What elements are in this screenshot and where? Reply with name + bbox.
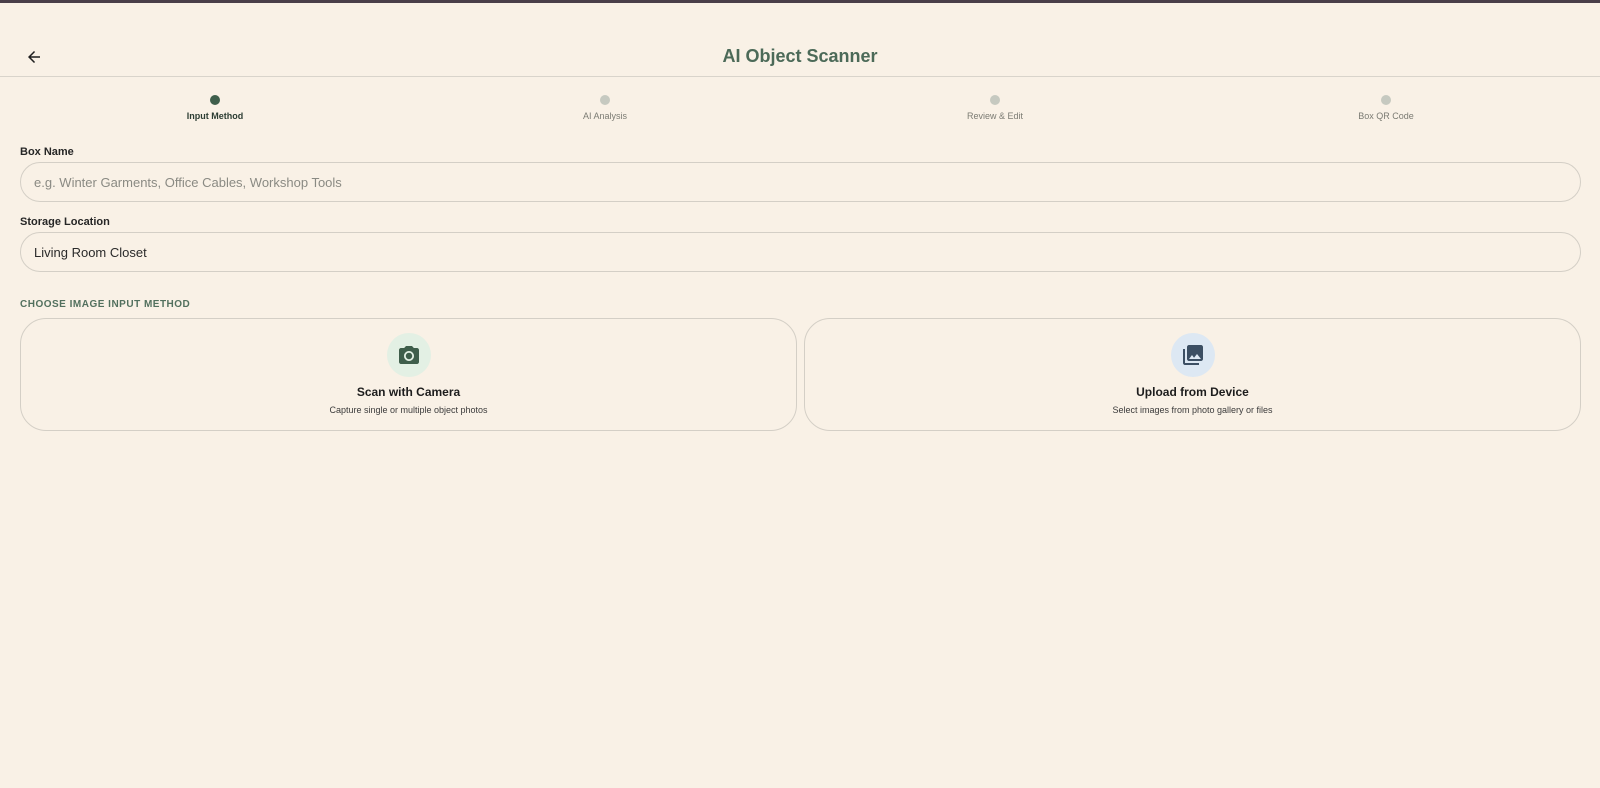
camera-icon-badge bbox=[386, 333, 431, 377]
step-dot bbox=[990, 95, 1000, 105]
photo-library-icon-badge bbox=[1170, 333, 1215, 377]
step-label: Input Method bbox=[186, 111, 244, 121]
progress-stepper: Input Method AI Analysis Review & Edit B… bbox=[0, 95, 1600, 125]
scan-with-camera-card[interactable]: Scan with Camera Capture single or multi… bbox=[20, 318, 797, 431]
box-name-label: Box Name bbox=[20, 146, 74, 158]
step-dot bbox=[1381, 95, 1391, 105]
step-input-method: Input Method bbox=[145, 95, 285, 121]
card-title: Upload from Device bbox=[1136, 385, 1249, 399]
box-name-input[interactable] bbox=[20, 162, 1581, 202]
page-title: AI Object Scanner bbox=[722, 46, 878, 66]
step-review-edit: Review & Edit bbox=[925, 95, 1065, 121]
step-label: AI Analysis bbox=[582, 111, 628, 121]
card-subtitle: Capture single or multiple object photos bbox=[329, 405, 488, 415]
card-title: Scan with Camera bbox=[356, 385, 461, 399]
app-header: AI Object Scanner bbox=[0, 3, 1600, 77]
step-label: Box QR Code bbox=[1358, 111, 1414, 121]
input-method-section-title: CHOOSE IMAGE INPUT METHOD bbox=[20, 299, 191, 310]
camera-icon bbox=[398, 346, 419, 364]
step-label: Review & Edit bbox=[966, 111, 1024, 121]
upload-from-device-card[interactable]: Upload from Device Select images from ph… bbox=[804, 318, 1581, 431]
step-dot bbox=[210, 95, 220, 105]
step-ai-analysis: AI Analysis bbox=[535, 95, 675, 121]
photo-library-icon bbox=[1182, 345, 1203, 365]
storage-location-input[interactable] bbox=[20, 232, 1581, 272]
step-box-qr-code: Box QR Code bbox=[1316, 95, 1456, 121]
step-dot bbox=[600, 95, 610, 105]
card-subtitle: Select images from photo gallery or file… bbox=[1112, 405, 1273, 415]
storage-location-label: Storage Location bbox=[20, 216, 110, 228]
